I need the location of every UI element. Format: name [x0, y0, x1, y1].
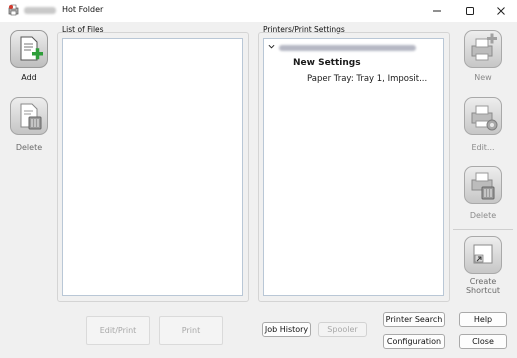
delete-printer-icon — [464, 166, 502, 204]
title-bar: Hot Folder — [0, 0, 517, 22]
minimize-button[interactable] — [421, 0, 453, 22]
help-button[interactable]: Help — [459, 312, 507, 327]
create-shortcut-label: Create Shortcut — [465, 277, 501, 295]
settings-node[interactable]: New Settings — [293, 58, 361, 68]
settings-detail[interactable]: Paper Tray: Tray 1, Imposit... — [307, 74, 427, 84]
new-setting-label: New — [474, 73, 492, 82]
printer-node[interactable] — [268, 43, 416, 52]
toolbar-separator — [453, 229, 513, 230]
new-printer-icon — [464, 30, 502, 68]
edit-setting-button[interactable] — [464, 97, 502, 135]
printer-name-blurred — [278, 44, 416, 51]
edit-print-button[interactable]: Edit/Print — [86, 316, 150, 345]
spooler-button[interactable]: Spooler — [318, 322, 367, 337]
delete-file-icon — [10, 97, 48, 135]
add-button[interactable] — [10, 30, 48, 68]
new-setting-button[interactable] — [464, 30, 502, 68]
delete-setting-label: Delete — [469, 211, 497, 220]
title-app-name-blurred — [24, 7, 56, 14]
shortcut-icon — [464, 236, 502, 274]
printer-search-button[interactable]: Printer Search — [383, 312, 445, 327]
chevron-down-icon[interactable] — [268, 43, 276, 52]
files-list[interactable] — [62, 38, 243, 296]
app-icon — [8, 4, 20, 16]
close-window-button[interactable] — [485, 0, 517, 22]
delete-file-button[interactable] — [10, 97, 48, 135]
window-title: Hot Folder — [62, 5, 104, 14]
create-shortcut-button[interactable] — [464, 236, 502, 274]
edit-setting-label: Edit... — [471, 143, 495, 152]
delete-file-label: Delete — [15, 143, 43, 152]
edit-printer-icon — [464, 97, 502, 135]
job-history-button[interactable]: Job History — [262, 322, 311, 337]
configuration-button[interactable]: Configuration — [383, 334, 445, 349]
add-label: Add — [21, 73, 37, 82]
minimize-icon — [433, 10, 441, 12]
delete-setting-button[interactable] — [464, 166, 502, 204]
print-button[interactable]: Print — [159, 316, 223, 345]
close-icon — [497, 7, 505, 15]
maximize-button[interactable] — [454, 0, 486, 22]
maximize-icon — [466, 7, 474, 15]
add-file-icon — [10, 30, 48, 68]
close-button[interactable]: Close — [459, 334, 507, 349]
printers-tree[interactable]: New Settings Paper Tray: Tray 1, Imposit… — [263, 38, 444, 296]
